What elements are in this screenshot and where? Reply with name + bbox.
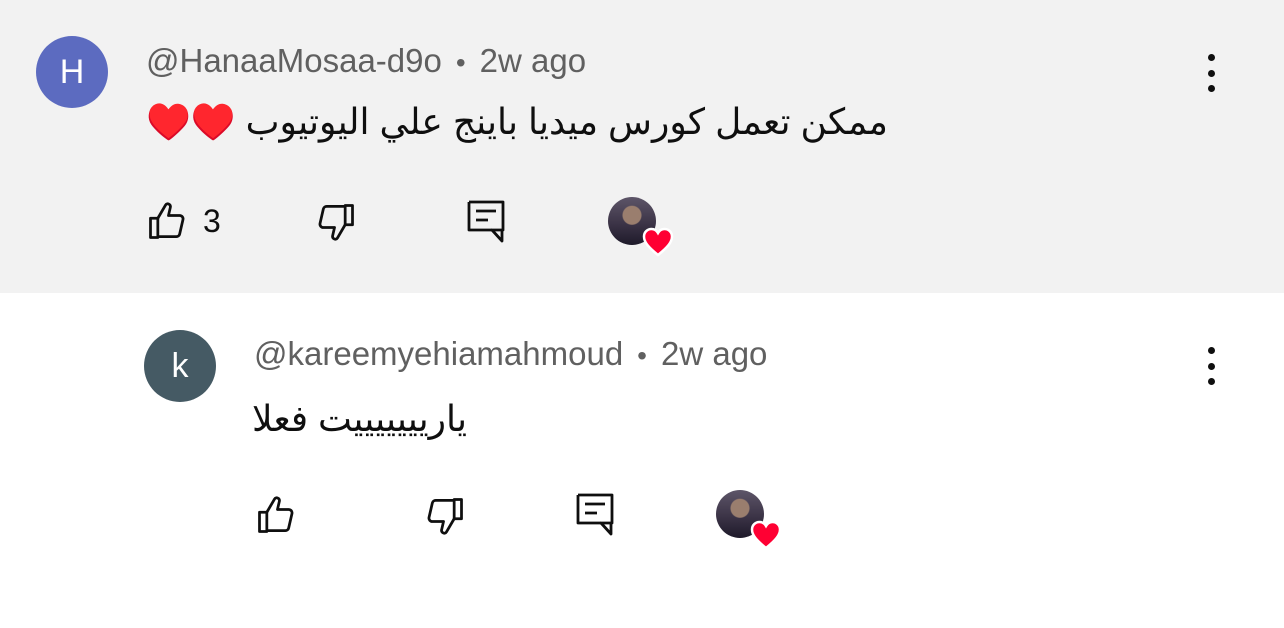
username[interactable]: @HanaaMosaa-d9o	[146, 42, 442, 79]
separator-dot: •	[637, 340, 647, 372]
reply-button[interactable]	[575, 492, 615, 538]
separator-dot: •	[455, 47, 466, 79]
username[interactable]: @kareemyehiamahmoud	[254, 335, 623, 372]
timestamp[interactable]: 2w ago	[661, 335, 767, 372]
creator-heart	[716, 490, 782, 550]
comment-text: ممكن تعمل كورس ميديا باينج علي اليوتيوب …	[146, 101, 888, 142]
comment-highlighted: H @HanaaMosaa-d9o • 2w ago ممكن تعمل كورس …	[0, 0, 1284, 293]
avatar[interactable]: H	[36, 36, 108, 108]
timestamp[interactable]: 2w ago	[480, 42, 586, 79]
thumbs-down-icon	[314, 200, 358, 244]
creator-heart	[608, 197, 674, 257]
like-button[interactable]	[254, 493, 312, 537]
creator-heart-icon	[642, 227, 674, 257]
thumbs-up-icon	[145, 199, 189, 243]
comment-text: ياريييييييت فعلا	[252, 398, 467, 439]
dislike-button[interactable]	[314, 200, 358, 244]
like-button[interactable]: 3	[145, 199, 221, 243]
thumbs-up-icon	[254, 493, 298, 537]
comment-meta: @kareemyehiamahmoud • 2w ago	[254, 334, 767, 376]
comment-meta: @HanaaMosaa-d9o • 2w ago	[146, 41, 586, 83]
more-vert-icon[interactable]	[1196, 48, 1226, 98]
avatar[interactable]: k	[144, 330, 216, 402]
comment: k @kareemyehiamahmoud • 2w ago ياريييييييت…	[0, 293, 1284, 628]
reply-icon	[466, 199, 506, 245]
like-count: 3	[203, 202, 221, 239]
reply-icon	[575, 492, 615, 538]
creator-heart-icon	[750, 520, 782, 550]
more-vert-icon[interactable]	[1196, 341, 1226, 391]
reply-button[interactable]	[466, 199, 506, 245]
dislike-button[interactable]	[423, 494, 467, 538]
thumbs-down-icon	[423, 494, 467, 538]
